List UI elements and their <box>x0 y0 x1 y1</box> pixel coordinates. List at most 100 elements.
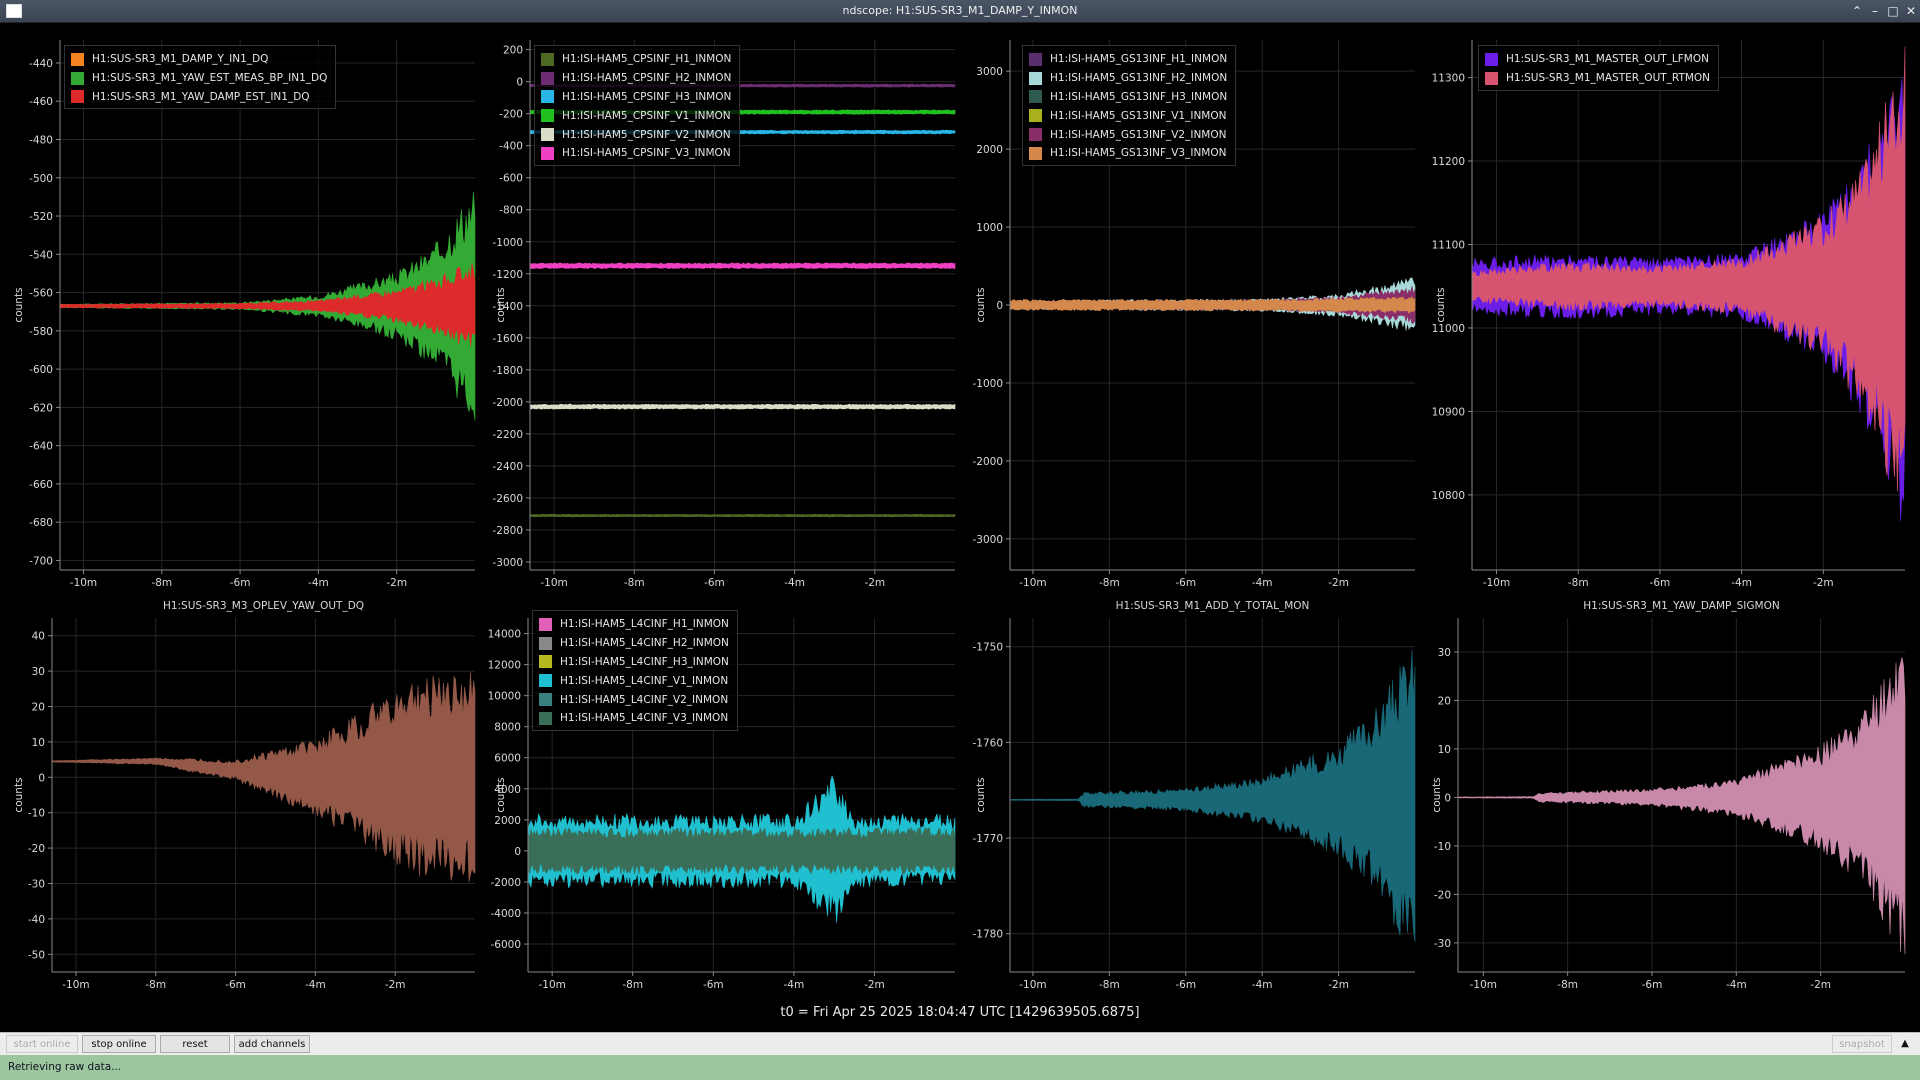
legend-entry[interactable]: H1:SUS-SR3_M1_YAW_EST_MEAS_BP_IN1_DQ <box>71 69 327 88</box>
legend-label: H1:SUS-SR3_M1_YAW_EST_MEAS_BP_IN1_DQ <box>92 72 328 85</box>
series-trace <box>529 262 956 270</box>
plot-oplev-yaw[interactable]: -10m -8m -6m -4m -2m 40 30 20 10 0 -10 -20 -30 -40 -50… <box>0 600 480 1000</box>
y-tick-label: -620 <box>29 402 53 414</box>
x-tick-label: -2m <box>1813 577 1834 589</box>
plot-title: H1:SUS-SR3_M1_YAW_DAMP_SIGMON <box>1583 600 1780 612</box>
plot-svg: -10m -8m -6m -4m -2m 30 20 10 0 -10 -20 -30 counts <box>1431 618 1906 991</box>
legend-swatch <box>1029 128 1042 142</box>
x-tick-label: -8m <box>624 577 645 589</box>
y-tick-label: -660 <box>29 479 53 491</box>
legend-entry[interactable]: H1:ISI-HAM5_CPSINF_H1_INMON <box>541 50 731 69</box>
y-tick-label: -1760 <box>972 737 1003 749</box>
plot-master-out[interactable]: -10m -8m -6m -4m -2m 11300 11200 11100 11000 1090… <box>1420 35 1920 595</box>
status-bar: Retrieving raw data... <box>0 1055 1920 1080</box>
legend-entry[interactable]: H1:ISI-HAM5_GS13INF_V1_INMON <box>1029 106 1227 125</box>
legend-entry[interactable]: H1:ISI-HAM5_L4CINF_H2_INMON <box>539 634 729 653</box>
plot-yaw-damp-sig[interactable]: -10m -8m -6m -4m -2m 30 20 10 0 -10 -20 -30 counts H1… <box>1420 600 1920 1000</box>
y-tick-label: -460 <box>29 96 53 108</box>
legend-label: H1:SUS-SR3_M1_MASTER_OUT_LFMON <box>1506 53 1709 66</box>
legend-label: H1:ISI-HAM5_CPSINF_V3_INMON <box>562 147 731 160</box>
y-tick-label: -30 <box>1434 938 1451 950</box>
x-tick-label: -10m <box>62 979 89 991</box>
plot-l4cinf[interactable]: -10m -8m -6m -4m -2m 14000 12000 10000 8000 6000 4… <box>480 600 960 1000</box>
legend-label: H1:ISI-HAM5_L4CINF_V2_INMON <box>560 693 729 706</box>
keep-above-icon[interactable]: ⌃ <box>1848 2 1866 20</box>
y-tick-label: -20 <box>28 843 45 855</box>
legend-entry[interactable]: H1:ISI-HAM5_CPSINF_H2_INMON <box>541 69 731 88</box>
legend-entry[interactable]: H1:ISI-HAM5_L4CINF_H1_INMON <box>539 615 729 634</box>
plot-cpsinf[interactable]: -10m -8m -6m -4m -2m 200 0 -200 -400 -600 -800 -100… <box>480 35 960 595</box>
legend-entry[interactable]: H1:ISI-HAM5_CPSINF_V1_INMON <box>541 106 731 125</box>
y-tick-label: -520 <box>29 211 53 223</box>
legend-entry[interactable]: H1:ISI-HAM5_L4CINF_H3_INMON <box>539 653 729 672</box>
legend-swatch <box>539 693 552 707</box>
y-tick-label: -680 <box>29 517 53 529</box>
legend-entry[interactable]: H1:ISI-HAM5_CPSINF_H3_INMON <box>541 88 731 107</box>
x-tick-label: -2m <box>1328 979 1349 991</box>
y-tick-label: -2000 <box>490 877 521 889</box>
x-tick-label: -6m <box>703 979 724 991</box>
legend-entry[interactable]: H1:SUS-SR3_M1_MASTER_OUT_LFMON <box>1485 50 1710 69</box>
legend-label: H1:ISI-HAM5_GS13INF_H2_INMON <box>1050 72 1228 85</box>
add-channels-button[interactable]: add channels <box>234 1035 310 1053</box>
x-tick-label: -6m <box>230 577 251 589</box>
legend-label: H1:ISI-HAM5_L4CINF_H2_INMON <box>560 637 729 650</box>
legend: H1:ISI-HAM5_L4CINF_H1_INMON H1:ISI-HAM5_L… <box>532 610 738 731</box>
legend-entry[interactable]: H1:SUS-SR3_M1_YAW_DAMP_EST_IN1_DQ <box>71 88 327 107</box>
series-trace <box>1009 649 1416 943</box>
x-tick-label: -8m <box>1099 979 1120 991</box>
legend-entry[interactable]: H1:ISI-HAM5_GS13INF_V3_INMON <box>1029 144 1227 163</box>
y-tick-label: -20 <box>1434 889 1451 901</box>
stop-online-button[interactable]: stop online <box>82 1035 156 1053</box>
y-tick-label: 30 <box>32 666 45 678</box>
y-axis-label: counts <box>1435 287 1447 322</box>
y-tick-label: 6000 <box>494 753 521 765</box>
legend-entry[interactable]: H1:SUS-SR3_M1_MASTER_OUT_RTMON <box>1485 69 1710 88</box>
legend-entry[interactable]: H1:ISI-HAM5_L4CINF_V2_INMON <box>539 690 729 709</box>
plot-add-y-total[interactable]: -10m -8m -6m -4m -2m -1750 -1760 -1770 -1780 coun… <box>960 600 1420 1000</box>
chevron-up-icon[interactable]: ▲ <box>1896 1035 1914 1053</box>
plot-sus-damp-y[interactable]: -10m -8m -6m -4m -2m -440 -460 -480 -500 -520 -540… <box>0 35 480 595</box>
x-tick-label: -2m <box>1328 577 1349 589</box>
x-tick-label: -2m <box>386 577 407 589</box>
legend-label: H1:ISI-HAM5_CPSINF_H1_INMON <box>562 53 732 66</box>
maximize-icon[interactable]: □ <box>1884 2 1902 20</box>
legend-swatch <box>1029 52 1042 66</box>
legend-entry[interactable]: H1:ISI-HAM5_L4CINF_V1_INMON <box>539 671 729 690</box>
y-tick-label: -1780 <box>972 929 1003 941</box>
y-tick-label: -2800 <box>492 525 523 537</box>
legend-swatch <box>1485 52 1498 66</box>
y-tick-label: -560 <box>29 288 53 300</box>
legend-swatch <box>541 128 554 142</box>
y-tick-label: -2200 <box>492 429 523 441</box>
legend-entry[interactable]: H1:ISI-HAM5_L4CINF_V3_INMON <box>539 709 729 728</box>
legend-swatch <box>541 71 554 85</box>
x-tick-label: -4m <box>784 979 805 991</box>
legend-entry[interactable]: H1:ISI-HAM5_GS13INF_H2_INMON <box>1029 69 1227 88</box>
legend-entry[interactable]: H1:ISI-HAM5_GS13INF_H3_INMON <box>1029 88 1227 107</box>
legend-entry[interactable]: H1:ISI-HAM5_GS13INF_V2_INMON <box>1029 125 1227 144</box>
plot-gs13inf[interactable]: -10m -8m -6m -4m -2m 3000 2000 1000 0 -1000 -2000 -… <box>960 35 1420 595</box>
snapshot-button[interactable]: snapshot <box>1832 1035 1892 1053</box>
y-tick-label: 40 <box>32 631 45 643</box>
reset-button[interactable]: reset <box>160 1035 230 1053</box>
legend-entry[interactable]: H1:ISI-HAM5_CPSINF_V3_INMON <box>541 144 731 163</box>
y-tick-label: 0 <box>516 77 523 89</box>
legend-entry[interactable]: H1:SUS-SR3_M1_DAMP_Y_IN1_DQ <box>71 50 327 69</box>
legend-entry[interactable]: H1:ISI-HAM5_CPSINF_V2_INMON <box>541 125 731 144</box>
legend-label: H1:ISI-HAM5_L4CINF_H3_INMON <box>560 655 729 668</box>
legend-label: H1:ISI-HAM5_GS13INF_V1_INMON <box>1050 109 1227 122</box>
close-icon[interactable]: ✕ <box>1902 2 1920 20</box>
start-online-button[interactable]: start online <box>6 1035 78 1053</box>
y-axis-label: counts <box>13 777 25 812</box>
legend-entry[interactable]: H1:ISI-HAM5_GS13INF_H1_INMON <box>1029 50 1227 69</box>
legend-label: H1:ISI-HAM5_GS13INF_H1_INMON <box>1050 53 1228 66</box>
minimize-icon[interactable]: – <box>1866 2 1884 20</box>
legend-swatch <box>541 146 554 160</box>
y-tick-label: 11200 <box>1432 156 1465 168</box>
window-title: ndscope: H1:SUS-SR3_M1_DAMP_Y_INMON <box>842 4 1078 17</box>
y-tick-label: -440 <box>29 58 53 70</box>
y-axis-label: counts <box>495 287 507 322</box>
legend-swatch <box>539 711 552 725</box>
window-titlebar: ndscope: H1:SUS-SR3_M1_DAMP_Y_INMON ⌃ – … <box>0 0 1920 23</box>
